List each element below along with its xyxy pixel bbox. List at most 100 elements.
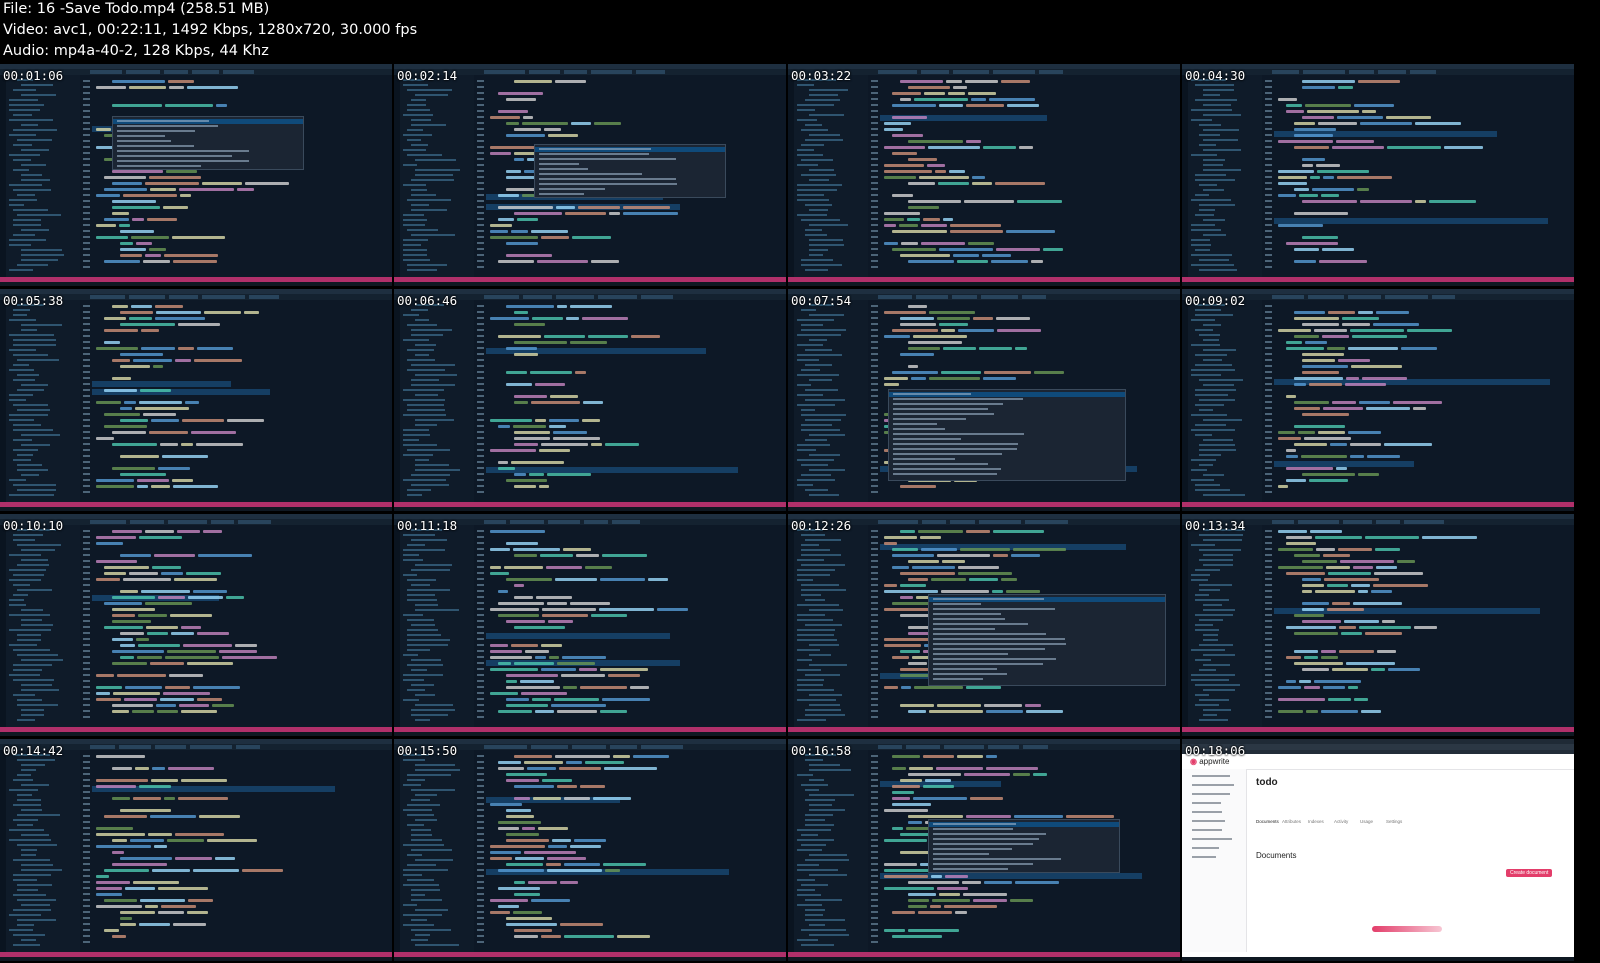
explorer-item[interactable] [805,789,819,791]
explorer-item[interactable] [1203,234,1226,236]
explorer-item[interactable] [21,684,52,686]
explorer-item[interactable] [809,854,847,856]
explorer-item[interactable] [17,924,34,926]
explorer-item[interactable] [21,709,44,711]
explorer-item[interactable] [805,599,825,601]
explorer-item[interactable] [1203,129,1239,131]
explorer-item[interactable] [411,829,431,831]
explorer-item[interactable] [809,244,844,246]
explorer-item[interactable] [801,129,828,131]
editor-tab[interactable] [922,520,946,524]
video-thumbnail[interactable]: 00:15:50 [394,739,786,961]
explorer-item[interactable] [1195,249,1210,251]
editor-tab[interactable] [1432,295,1455,299]
explorer-item[interactable] [809,664,847,666]
explorer-item[interactable] [1191,679,1229,681]
explorer-item[interactable] [9,789,38,791]
explorer-item[interactable] [407,359,435,361]
explorer-item[interactable] [1203,169,1241,171]
explorer-item[interactable] [407,109,430,111]
explorer-item[interactable] [17,704,58,706]
explorer-item[interactable] [1199,124,1221,126]
explorer-item[interactable] [797,889,815,891]
editor-tab[interactable] [641,295,673,299]
explorer-item[interactable] [1199,379,1243,381]
explorer-item[interactable] [13,879,37,881]
explorer-item[interactable] [797,829,831,831]
explorer-item[interactable] [407,634,441,636]
video-thumbnail[interactable]: 00:05:38 [0,289,392,511]
sidebar-item[interactable] [1192,847,1219,849]
explorer-item[interactable] [1203,219,1225,221]
explorer-item[interactable] [13,129,57,131]
explorer-item[interactable] [1191,239,1210,241]
explorer-item[interactable] [9,569,46,571]
explorer-item[interactable] [9,839,51,841]
explorer-item[interactable] [1199,259,1229,261]
explorer-item[interactable] [1191,374,1221,376]
explorer-item[interactable] [805,439,827,441]
explorer-item[interactable] [415,469,460,471]
explorer-item[interactable] [411,709,455,711]
editor-tab[interactable] [484,520,506,524]
explorer-item[interactable] [1203,349,1236,351]
explorer-item[interactable] [411,624,435,626]
explorer-item[interactable] [21,249,62,251]
explorer-item[interactable] [407,139,421,141]
explorer-item[interactable] [797,479,835,481]
explorer-item[interactable] [13,449,38,451]
explorer-item[interactable] [415,934,430,936]
explorer-item[interactable] [13,234,35,236]
explorer-item[interactable] [809,454,840,456]
explorer-item[interactable] [801,329,846,331]
editor-tab[interactable] [168,520,207,524]
explorer-item[interactable] [1191,199,1231,201]
explorer-item[interactable] [13,594,28,596]
sidebar-item[interactable] [1192,838,1232,840]
explorer-item[interactable] [9,479,26,481]
explorer-item[interactable] [21,164,46,166]
explorer-item[interactable] [403,444,437,446]
editor-tab[interactable] [1378,70,1406,74]
explorer-item[interactable] [805,99,840,101]
explorer-item[interactable] [407,864,436,866]
explorer-item[interactable] [13,909,51,911]
explorer-item[interactable] [797,394,823,396]
explorer-item[interactable] [13,404,48,406]
explorer-item[interactable] [403,614,423,616]
explorer-item[interactable] [1195,354,1227,356]
explorer-item[interactable] [411,334,443,336]
explorer-item[interactable] [21,769,36,771]
explorer-item[interactable] [809,179,829,181]
explorer-item[interactable] [805,674,840,676]
explorer-item[interactable] [403,114,433,116]
explorer-item[interactable] [9,929,33,931]
explorer-item[interactable] [801,264,842,266]
explorer-item[interactable] [415,944,459,946]
explorer-item[interactable] [415,159,456,161]
sidebar-item[interactable] [1192,784,1234,786]
explorer-item[interactable] [21,609,43,611]
explorer-item[interactable] [407,589,450,591]
explorer-item[interactable] [1191,574,1210,576]
explorer-item[interactable] [403,399,445,401]
explorer-item[interactable] [809,169,834,171]
explorer-item[interactable] [13,114,32,116]
editor-tab[interactable] [529,70,560,74]
explorer-item[interactable] [809,609,843,611]
explorer-item[interactable] [411,584,430,586]
explorer-item[interactable] [1199,669,1216,671]
explorer-item[interactable] [403,254,427,256]
editor-tab[interactable] [981,295,1018,299]
explorer-item[interactable] [415,564,452,566]
explorer-item[interactable] [797,719,826,721]
sidebar-item[interactable] [1192,793,1230,795]
explorer-item[interactable] [17,919,56,921]
explorer-item[interactable] [809,224,848,226]
explorer-item[interactable] [1203,159,1225,161]
explorer-item[interactable] [9,244,31,246]
editor-tab[interactable] [484,745,527,749]
explorer-item[interactable] [1203,714,1217,716]
explorer-item[interactable] [1203,654,1235,656]
explorer-item[interactable] [403,249,427,251]
